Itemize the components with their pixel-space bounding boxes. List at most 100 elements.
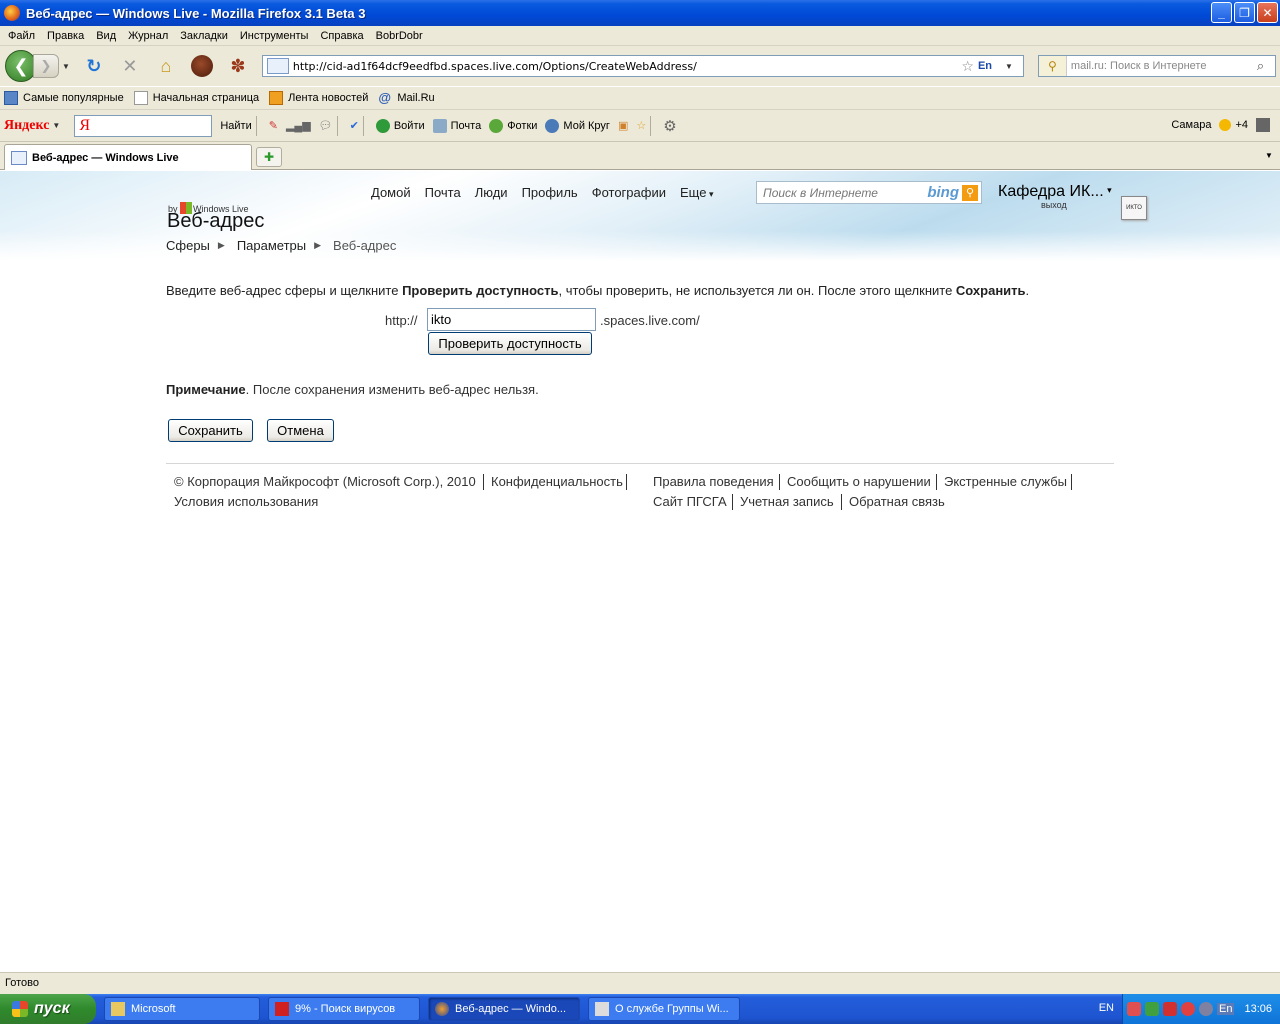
logout-link[interactable]: выход: [1041, 200, 1067, 210]
minimize-button[interactable]: _: [1211, 2, 1232, 23]
paw-icon[interactable]: ✽: [226, 54, 250, 78]
menu-help[interactable]: Справка: [314, 30, 369, 42]
menu-view[interactable]: Вид: [90, 30, 122, 42]
spellcheck-icon[interactable]: ✔: [350, 119, 359, 132]
menu-tools[interactable]: Инструменты: [234, 30, 315, 42]
nav-people[interactable]: Люди: [475, 185, 508, 200]
keyboard-language[interactable]: EN: [1099, 1002, 1114, 1014]
user-name-menu[interactable]: Кафедра ИК...: [998, 183, 1111, 201]
yandex-item-label: Почта: [450, 119, 482, 132]
search-placeholder[interactable]: mail.ru: Поиск в Интернете: [1067, 60, 1257, 72]
taskbar-item-groups[interactable]: О службе Группы Wi...: [588, 997, 740, 1021]
footer-account-link[interactable]: Учетная запись: [740, 494, 834, 509]
footer-report-link[interactable]: Сообщить о нарушении: [787, 474, 931, 489]
check-availability-button[interactable]: Проверить доступность: [428, 332, 592, 355]
yandex-login-button[interactable]: Войти: [375, 118, 425, 133]
bookmark-mailru[interactable]: @ Mail.Ru: [378, 91, 434, 105]
tab-web-address[interactable]: Веб-адрес — Windows Live: [4, 144, 252, 170]
menu-history[interactable]: Журнал: [122, 30, 174, 42]
tray-target-icon[interactable]: [1181, 1002, 1195, 1016]
weather-widget[interactable]: Самара +4: [1171, 118, 1270, 132]
yandex-logo[interactable]: Яндекс: [4, 118, 49, 134]
tab-list-dropdown-icon[interactable]: ▼: [1260, 147, 1278, 165]
footer-feedback-link[interactable]: Обратная связь: [849, 494, 945, 509]
footer-separator: [483, 474, 484, 490]
taskbar-item-microsoft[interactable]: Microsoft: [104, 997, 260, 1021]
windows-logo-icon: [12, 1001, 28, 1017]
bookmarks-folder-icon[interactable]: ▣: [618, 119, 628, 132]
tray-update-icon[interactable]: [1145, 1002, 1159, 1016]
menu-file[interactable]: Файл: [2, 30, 41, 42]
breadcrumb-options[interactable]: Параметры: [237, 238, 306, 253]
bookmark-star-icon[interactable]: ☆: [961, 58, 974, 75]
close-button[interactable]: ✕: [1257, 2, 1278, 23]
search-go-icon[interactable]: ⌕: [1257, 58, 1275, 74]
signal-bars-icon[interactable]: ▂▄▆: [286, 119, 311, 132]
menu-bobrdobr[interactable]: BobrDobr: [370, 30, 429, 42]
search-engine-icon[interactable]: ⚲: [1038, 56, 1067, 76]
web-search-box[interactable]: Поиск в Интернете bing ⚲: [756, 181, 982, 204]
bobrdobr-addon-button[interactable]: [190, 54, 214, 78]
maximize-button[interactable]: ❐: [1234, 2, 1255, 23]
bookmark-most-visited[interactable]: Самые популярные: [4, 91, 124, 105]
tab-label: Веб-адрес — Windows Live: [32, 151, 179, 164]
taskbar-item-virus-scan[interactable]: 9% - Поиск вирусов: [268, 997, 420, 1021]
reload-icon[interactable]: ↻: [82, 54, 106, 78]
breadcrumb-arrow-icon: ▶: [314, 240, 322, 250]
footer-privacy-link[interactable]: Конфиденциальность: [491, 474, 623, 489]
yandex-search-input[interactable]: Я: [74, 114, 213, 137]
taskbar-item-firefox[interactable]: Веб-адрес — Windo...: [428, 997, 580, 1021]
breadcrumb-arrow-icon: ▶: [217, 240, 225, 250]
nav-profile[interactable]: Профиль: [522, 185, 578, 200]
yandex-moikrug-button[interactable]: Мой Круг: [545, 118, 610, 133]
comment-icon[interactable]: 💬︎: [319, 119, 333, 132]
language-indicator[interactable]: En: [978, 60, 992, 72]
bookmark-news-feed[interactable]: Лента новостей: [269, 91, 368, 105]
tray-network-icon[interactable]: [1127, 1002, 1141, 1016]
footer-emergency-link[interactable]: Экстренные службы: [944, 474, 1067, 489]
bookmark-start-page[interactable]: Начальная страница: [133, 91, 259, 105]
page-title: Веб-адрес: [167, 210, 265, 232]
menu-bookmarks[interactable]: Закладки: [174, 30, 234, 42]
tray-agent-icon[interactable]: [1199, 1002, 1213, 1016]
breadcrumb: Сферы ▶ Параметры ▶ Веб-адрес: [166, 238, 396, 253]
site-identity-icon[interactable]: [266, 58, 289, 74]
search-bar[interactable]: ⚲ mail.ru: Поиск в Интернете ⌕: [1037, 55, 1276, 77]
nav-more[interactable]: Еще: [680, 185, 713, 200]
start-label: пуск: [34, 1000, 70, 1017]
settings-gear-icon[interactable]: ⚙: [663, 117, 676, 135]
nav-home[interactable]: Домой: [371, 185, 411, 200]
footer-conduct-link[interactable]: Правила поведения: [653, 474, 774, 489]
new-tab-button[interactable]: ✚: [256, 147, 282, 167]
breadcrumb-spaces[interactable]: Сферы: [166, 238, 210, 253]
footer-site-link[interactable]: Сайт ПГСГА: [653, 494, 727, 509]
nav-photos[interactable]: Фотографии: [592, 185, 666, 200]
web-search-placeholder[interactable]: Поиск в Интернете: [757, 186, 927, 200]
tray-antivirus-icon[interactable]: [1163, 1002, 1177, 1016]
forward-button[interactable]: ❯: [33, 54, 59, 78]
stop-icon[interactable]: ✕: [118, 54, 142, 78]
favorites-star-icon[interactable]: ☆: [636, 119, 646, 132]
start-button[interactable]: пуск: [0, 994, 96, 1024]
home-icon[interactable]: ⌂: [154, 54, 178, 78]
yandex-find-button[interactable]: Найти: [220, 120, 251, 132]
url-text[interactable]: http://cid-ad1f64dcf9eedfbd.spaces.live.…: [293, 60, 961, 73]
yandex-photos-button[interactable]: Фотки: [489, 118, 537, 133]
history-dropdown-icon[interactable]: ▼: [62, 62, 70, 71]
yandex-menu-dropdown-icon[interactable]: ▼: [52, 121, 60, 130]
address-bar[interactable]: http://cid-ad1f64dcf9eedfbd.spaces.live.…: [261, 55, 1024, 77]
footer-separator: [841, 494, 842, 510]
save-button[interactable]: Сохранить: [168, 419, 253, 442]
tray-language[interactable]: En: [1217, 1003, 1235, 1015]
yandex-mail-button[interactable]: Почта: [432, 118, 482, 133]
window-titlebar[interactable]: Веб-адрес — Windows Live - Mozilla Firef…: [0, 0, 1280, 26]
url-dropdown-icon[interactable]: ▼: [1005, 62, 1013, 71]
search-button-icon[interactable]: ⚲: [962, 184, 978, 201]
web-address-input[interactable]: ikto: [427, 308, 596, 331]
pencil-icon[interactable]: ✎: [269, 119, 278, 132]
avatar[interactable]: ИКТО: [1121, 196, 1147, 220]
footer-terms-link[interactable]: Условия использования: [174, 494, 318, 509]
cancel-button[interactable]: Отмена: [267, 419, 334, 442]
menu-edit[interactable]: Правка: [41, 30, 90, 42]
nav-mail[interactable]: Почта: [425, 185, 461, 200]
